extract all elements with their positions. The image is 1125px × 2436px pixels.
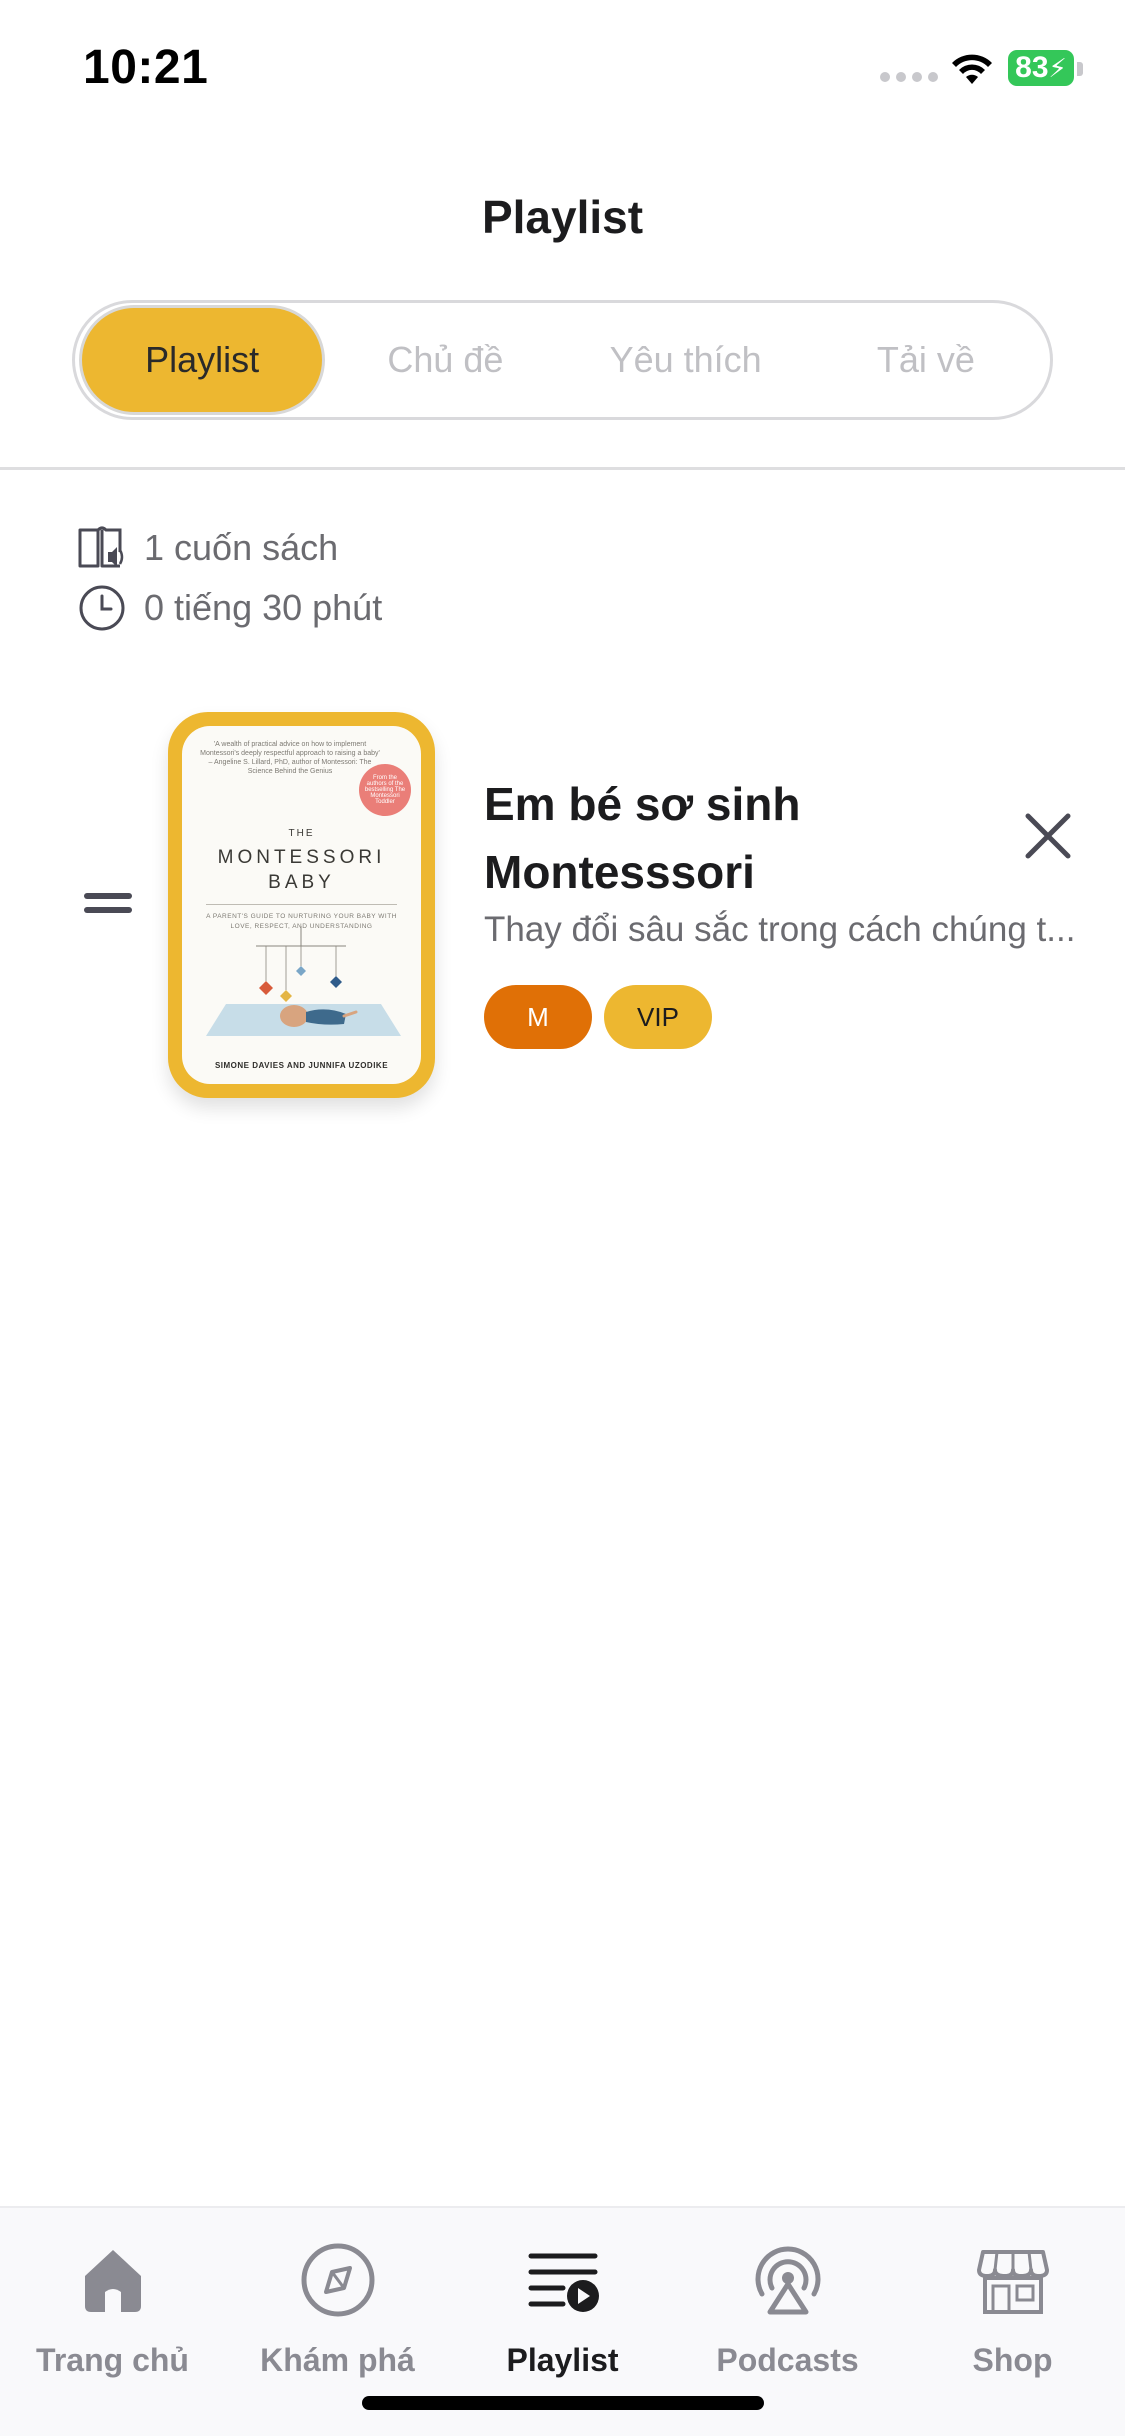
audiobook-icon bbox=[78, 526, 124, 568]
book-title[interactable]: Em bé sơ sinh Montesssori bbox=[484, 770, 984, 906]
book-description: Thay đổi sâu sắc trong cách chúng t... bbox=[484, 910, 1076, 949]
duration-row: 0 tiếng 30 phút bbox=[76, 582, 382, 634]
tab-playlist[interactable]: Playlist bbox=[79, 305, 326, 415]
cover-badge: From the authors of the bestselling The … bbox=[359, 764, 411, 816]
tabbar-label-playlist: Playlist bbox=[506, 2342, 619, 2378]
battery-icon: 83 ⚡ bbox=[1008, 50, 1074, 86]
home-indicator[interactable] bbox=[362, 2396, 764, 2410]
podcast-icon bbox=[755, 2246, 820, 2315]
cover-rule bbox=[206, 904, 397, 905]
shop-icon bbox=[976, 2250, 1049, 2314]
segmented-control: Playlist Chủ đề Yêu thích Tải về bbox=[72, 300, 1053, 420]
page-title: Playlist bbox=[481, 191, 644, 243]
tabbar-label-explore: Khám phá bbox=[260, 2342, 415, 2378]
home-icon bbox=[84, 2250, 141, 2312]
baby-mobile-illustration bbox=[206, 926, 401, 1036]
clock-icon bbox=[79, 585, 125, 631]
playlist-icon bbox=[528, 2253, 599, 2312]
tabbar-item-home[interactable]: Trang chủ bbox=[0, 2240, 225, 2379]
cellular-signal-icon bbox=[880, 72, 938, 82]
tabbar-item-playlist[interactable]: Playlist bbox=[450, 2240, 675, 2379]
tab-topics[interactable]: Chủ đề bbox=[325, 305, 565, 415]
compass-icon bbox=[301, 2243, 374, 2317]
book-cover[interactable]: 'A wealth of practical advice on how to … bbox=[168, 712, 435, 1098]
tabbar-label-home: Trang chủ bbox=[36, 2342, 189, 2378]
close-icon[interactable] bbox=[1020, 808, 1076, 864]
drag-handle-icon[interactable] bbox=[84, 893, 132, 917]
tag-m-badge: M bbox=[484, 985, 592, 1049]
tabbar-item-explore[interactable]: Khám phá bbox=[225, 2240, 450, 2379]
battery-level: 83 bbox=[1015, 51, 1049, 84]
cover-title-line1: MONTESSORI bbox=[217, 847, 386, 868]
vip-badge: VIP bbox=[604, 985, 712, 1049]
status-bar: 10:21 83 ⚡ bbox=[0, 0, 1125, 140]
cover-image: 'A wealth of practical advice on how to … bbox=[182, 726, 421, 1084]
status-time: 10:21 bbox=[83, 41, 209, 94]
cover-the: THE bbox=[288, 828, 315, 839]
battery-cap bbox=[1077, 62, 1083, 76]
tabbar-label-podcasts: Podcasts bbox=[716, 2342, 859, 2378]
cover-title: MONTESSORI BABY bbox=[182, 846, 421, 895]
tabbar-item-podcasts[interactable]: Podcasts bbox=[675, 2240, 900, 2379]
cover-authors: SIMONE DAVIES AND JUNNIFA UZODIKE bbox=[214, 1061, 389, 1070]
wifi-icon bbox=[952, 54, 992, 84]
book-count: 1 cuốn sách bbox=[144, 527, 339, 568]
cover-blurb: 'A wealth of practical advice on how to … bbox=[200, 741, 380, 776]
cover-title-line2: BABY bbox=[268, 871, 335, 893]
tab-favorites[interactable]: Yêu thích bbox=[566, 305, 806, 415]
tabbar-label-shop: Shop bbox=[972, 2342, 1053, 2378]
divider bbox=[0, 467, 1125, 470]
duration: 0 tiếng 30 phút bbox=[144, 587, 383, 628]
book-count-row: 1 cuốn sách bbox=[76, 522, 338, 574]
screen: 10:21 83 ⚡ Playlist Playlist Chủ đề Yêu t… bbox=[0, 0, 1125, 2436]
tabbar-item-shop[interactable]: Shop bbox=[900, 2240, 1125, 2379]
tab-downloads[interactable]: Tải về bbox=[806, 305, 1046, 415]
